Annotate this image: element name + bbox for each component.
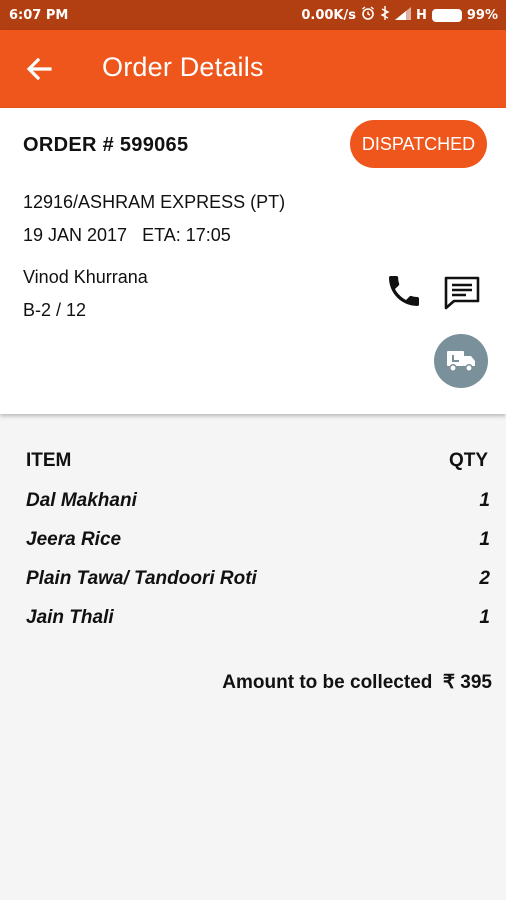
list-item: Dal Makhani 1 — [26, 490, 490, 512]
item-qty: 1 — [479, 529, 490, 550]
status-badge: DISPATCHED — [350, 120, 487, 168]
list-item: Jeera Rice 1 — [26, 529, 490, 551]
list-item: Plain Tawa/ Tandoori Roti 2 — [26, 568, 490, 590]
call-button[interactable] — [384, 271, 424, 311]
battery-level: 99% — [466, 7, 498, 23]
alarm-icon — [361, 6, 375, 24]
item-name: Jain Thali — [26, 607, 114, 628]
item-name: Dal Makhani — [26, 490, 137, 511]
qty-column-header: QTY — [448, 450, 488, 471]
message-icon — [444, 276, 480, 310]
order-number: ORDER # 599065 — [23, 134, 189, 156]
vibrate-icon — [380, 6, 390, 24]
date-eta: 19 JAN 2017 ETA: 17:05 — [23, 225, 231, 245]
seat-number: B-2 / 12 — [23, 300, 87, 320]
status-time: 6:07 PM — [9, 8, 69, 23]
app-bar: Order Details — [0, 30, 506, 108]
customer-name: Vinod Khurrana — [23, 267, 148, 287]
item-name: Jeera Rice — [26, 529, 122, 550]
item-qty: 1 — [479, 490, 490, 511]
status-bar: 6:07 PM 0.00K/s H 99% — [0, 0, 506, 30]
items-header: ITEM QTY — [26, 450, 488, 472]
delivery-truck-icon — [447, 351, 475, 372]
item-name: Plain Tawa/ Tandoori Roti — [26, 568, 257, 589]
network-type: H — [415, 7, 427, 23]
amount-to-collect: Amount to be collected ₹ 395 — [222, 672, 492, 693]
item-column-header: ITEM — [26, 450, 72, 471]
back-arrow-icon — [26, 58, 52, 80]
message-button[interactable] — [442, 275, 482, 311]
page-title: Order Details — [102, 52, 264, 82]
order-card: ORDER # 599065 DISPATCHED 12916/ASHRAM E… — [0, 108, 506, 414]
item-qty: 1 — [479, 607, 490, 628]
battery-icon — [431, 8, 462, 22]
phone-icon — [389, 276, 419, 306]
list-item: Jain Thali 1 — [26, 607, 490, 629]
delivery-button[interactable] — [434, 334, 488, 388]
back-button[interactable] — [22, 52, 56, 86]
item-qty: 2 — [479, 568, 490, 589]
signal-icon — [394, 6, 411, 24]
status-indicators: 0.00K/s H 99% — [301, 6, 498, 24]
network-speed: 0.00K/s — [301, 7, 356, 23]
train-info: 12916/ASHRAM EXPRESS (PT) — [23, 192, 286, 212]
